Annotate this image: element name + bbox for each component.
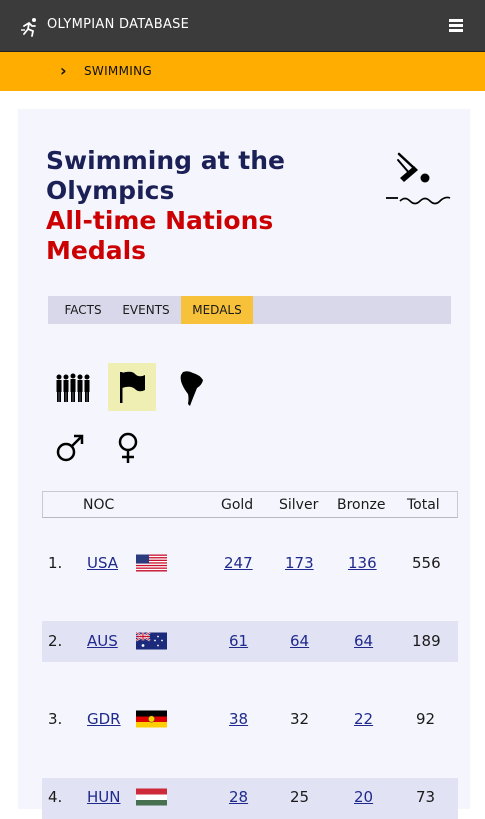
bronze-count-link[interactable]: 20 <box>354 788 373 806</box>
column-header-gold[interactable]: Gold <box>221 497 253 513</box>
gold-count-link[interactable]: 28 <box>229 788 248 806</box>
page-subtitle-line-1: All-time Nations <box>46 206 274 235</box>
top-bar: OLYMPIAN DATABASE <box>0 0 485 52</box>
bronze-count-link[interactable]: 64 <box>354 632 373 650</box>
gold-count-link[interactable]: 247 <box>224 554 253 572</box>
silver-count-cell: 25 <box>290 788 310 806</box>
gold-count-link[interactable]: 38 <box>229 710 248 728</box>
breadcrumb-item-swimming[interactable]: SWIMMING <box>84 64 152 78</box>
flag-icon <box>120 371 145 403</box>
runner-logo-icon[interactable] <box>20 17 40 37</box>
australia-flag-icon <box>136 632 167 650</box>
total-cell: 189 <box>412 632 441 650</box>
page-title-line-2: Olympics <box>46 176 175 205</box>
page-subtitle-line-2: Medals <box>46 236 147 265</box>
noc-link[interactable]: USA <box>87 554 118 572</box>
total-cell: 92 <box>416 710 436 728</box>
filter-women[interactable] <box>109 428 147 468</box>
tab-events[interactable]: EVENTS <box>114 296 178 324</box>
total-cell: 73 <box>416 788 436 806</box>
site-title[interactable]: OLYMPIAN DATABASE <box>47 17 189 32</box>
group-of-people-icon <box>56 373 90 402</box>
chevron-right-icon: › <box>60 61 67 80</box>
gdr-flag-icon <box>136 710 167 728</box>
column-header-total[interactable]: Total <box>407 497 440 513</box>
rank-cell: 2. <box>48 632 63 650</box>
filter-athletes[interactable] <box>50 366 96 410</box>
breadcrumb: › SWIMMING <box>0 52 485 91</box>
silver-count-link[interactable]: 173 <box>285 554 314 572</box>
rank-cell: 1. <box>48 554 63 572</box>
rank-cell: 4. <box>48 788 63 806</box>
noc-link[interactable]: GDR <box>87 710 121 728</box>
hamburger-menu-icon[interactable] <box>449 19 463 33</box>
column-header-noc[interactable]: NOC <box>83 497 114 513</box>
tab-medals[interactable]: MEDALS <box>181 296 253 324</box>
noc-link[interactable]: AUS <box>87 632 118 650</box>
female-symbol-icon <box>118 432 138 463</box>
tab-facts[interactable]: FACTS <box>52 296 114 324</box>
column-header-bronze[interactable]: Bronze <box>337 497 385 513</box>
bronze-count-link[interactable]: 136 <box>348 554 377 572</box>
total-cell: 556 <box>412 554 441 572</box>
noc-link[interactable]: HUN <box>87 788 120 806</box>
usa-flag-icon <box>136 554 167 572</box>
column-header-silver[interactable]: Silver <box>279 497 318 513</box>
section-tabs: FACTS EVENTS MEDALS <box>48 296 451 324</box>
hungary-flag-icon <box>136 788 167 806</box>
filter-nations[interactable] <box>108 363 156 411</box>
page-title-line-1: Swimming at the <box>46 146 285 175</box>
south-america-icon <box>180 371 203 406</box>
filter-men[interactable] <box>50 428 90 468</box>
gold-count-link[interactable]: 61 <box>229 632 248 650</box>
silver-count-cell: 32 <box>290 710 310 728</box>
male-symbol-icon <box>56 434 84 462</box>
filter-continents[interactable] <box>172 366 212 410</box>
bronze-count-link[interactable]: 22 <box>354 710 373 728</box>
swimming-diver-icon <box>386 152 451 205</box>
silver-count-link[interactable]: 64 <box>290 632 309 650</box>
rank-cell: 3. <box>48 710 63 728</box>
